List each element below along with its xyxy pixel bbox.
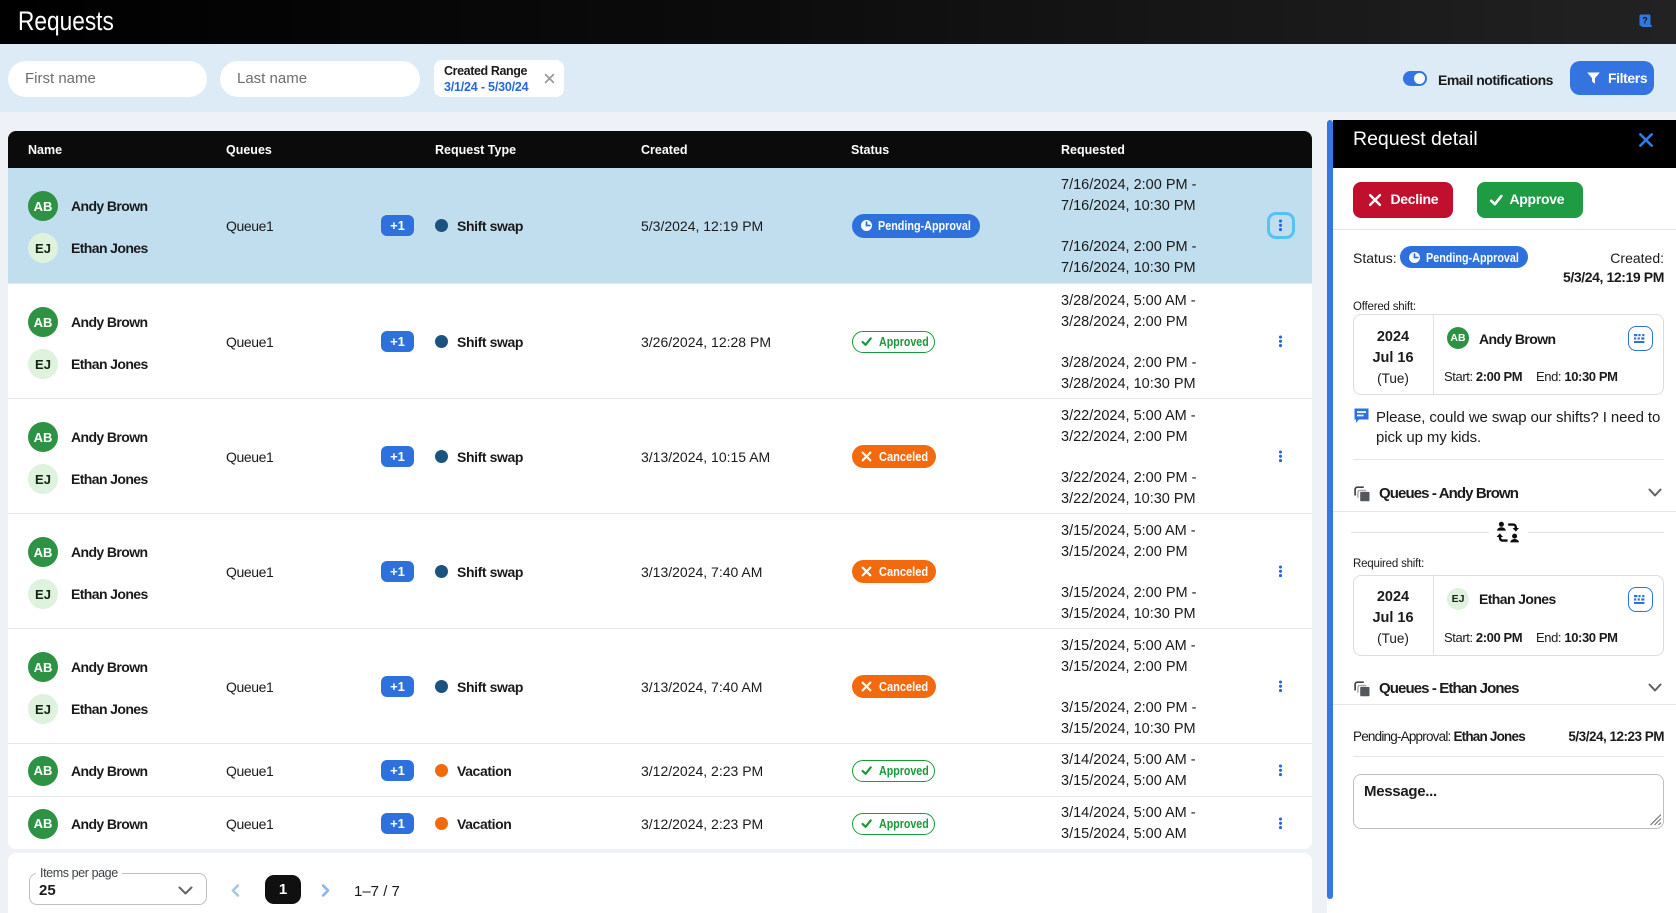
- svg-text:?: ?: [1642, 16, 1648, 26]
